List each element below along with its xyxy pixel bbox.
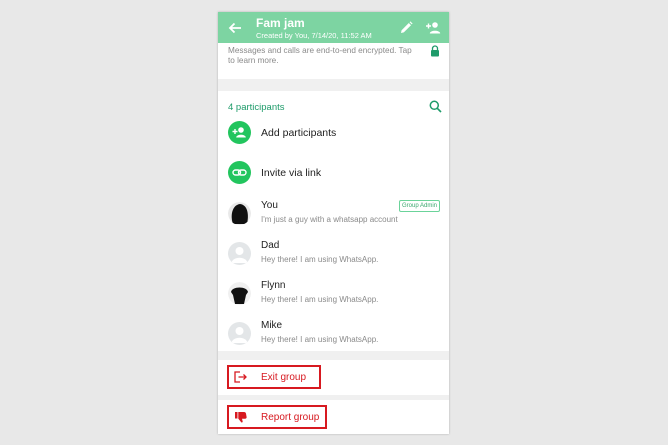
member-name: Mike	[261, 320, 283, 331]
avatar	[228, 322, 251, 345]
add-person-icon	[232, 127, 246, 138]
group-admin-badge: Group Admin	[399, 200, 441, 212]
link-icon	[232, 169, 247, 176]
member-row-flynn[interactable]: Flynn Hey there! I am using WhatsApp.	[218, 274, 449, 314]
default-avatar-icon	[231, 247, 248, 263]
search-icon[interactable]	[429, 100, 442, 113]
edit-pencil-icon[interactable]	[400, 21, 413, 34]
member-row-mike[interactable]: Mike Hey there! I am using WhatsApp.	[218, 314, 449, 354]
avatar	[228, 202, 251, 225]
encryption-text: Messages and calls are end-to-end encryp…	[228, 46, 412, 65]
lock-icon	[431, 45, 439, 57]
member-name: Flynn	[261, 280, 286, 291]
report-group-label: Report group	[261, 412, 320, 423]
profile-photo-icon	[228, 282, 251, 305]
member-status: I'm just a guy with a whatsapp account	[261, 215, 398, 224]
participants-count: 4 participants	[228, 102, 285, 113]
default-avatar-icon	[231, 327, 248, 343]
add-participants-row[interactable]: Add participants	[218, 113, 449, 153]
group-info-screen: Fam jam Created by You, 7/14/20, 11:52 A…	[218, 12, 449, 434]
app-bar: Fam jam Created by You, 7/14/20, 11:52 A…	[218, 12, 449, 43]
group-title[interactable]: Fam jam	[256, 16, 305, 30]
avatar	[228, 242, 251, 265]
member-status: Hey there! I am using WhatsApp.	[261, 255, 379, 264]
avatar	[228, 282, 251, 305]
member-name: You	[261, 200, 278, 211]
exit-group-label: Exit group	[261, 372, 307, 383]
add-participants-avatar	[228, 121, 251, 144]
member-status: Hey there! I am using WhatsApp.	[261, 295, 379, 304]
member-row-dad[interactable]: Dad Hey there! I am using WhatsApp.	[218, 234, 449, 274]
invite-link-label: Invite via link	[261, 167, 322, 179]
exit-group-section: Exit group	[218, 360, 449, 395]
report-group-section: Report group	[218, 400, 449, 434]
participants-section: 4 participants Add participants Invite v…	[218, 91, 449, 351]
thumbs-down-icon	[235, 412, 247, 423]
encryption-notice[interactable]: Messages and calls are end-to-end encryp…	[218, 43, 449, 79]
member-name: Dad	[261, 240, 280, 251]
group-created-info: Created by You, 7/14/20, 11:52 AM	[256, 31, 372, 40]
invite-link-avatar	[228, 161, 251, 184]
exit-icon	[234, 371, 247, 383]
add-participant-icon[interactable]	[426, 21, 441, 34]
member-status: Hey there! I am using WhatsApp.	[261, 335, 379, 344]
back-arrow-icon[interactable]	[228, 21, 242, 35]
profile-photo-icon	[228, 202, 251, 225]
add-participants-label: Add participants	[261, 127, 337, 139]
invite-link-row[interactable]: Invite via link	[218, 153, 449, 193]
